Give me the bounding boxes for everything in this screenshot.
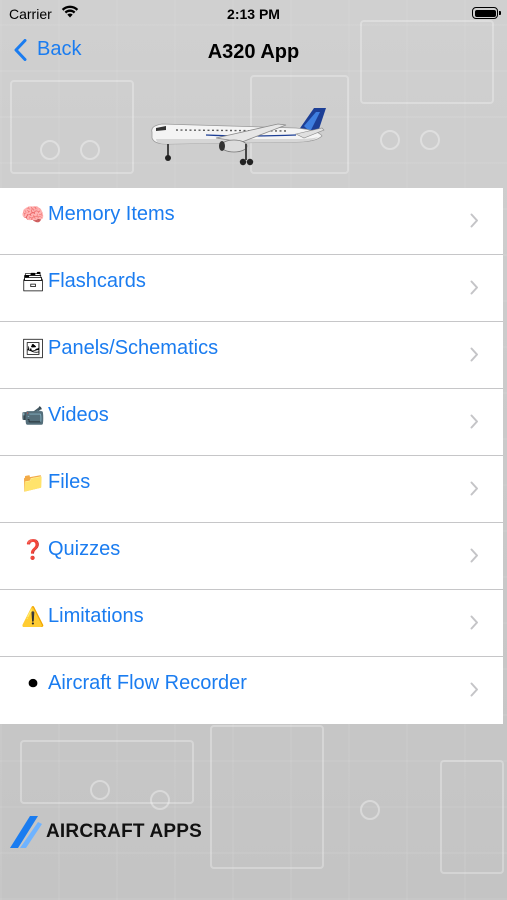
chevron-right-icon: [470, 414, 478, 429]
list-item[interactable]: ⏺ Aircraft Flow Recorder: [0, 657, 503, 724]
warning-icon: ⚠️: [21, 607, 45, 628]
list-item-label: Limitations: [48, 605, 144, 627]
menu-list: 🧠 Memory Items 🗃 Flashcards 🖼 Panels/Schemati…: [0, 188, 503, 724]
list-item-label: Videos: [48, 404, 109, 426]
video-camera-icon: 📹: [21, 406, 45, 427]
folder-icon: 📁: [21, 473, 45, 494]
list-item-label: Flashcards: [48, 270, 146, 292]
page-title: A320 App: [207, 41, 300, 63]
card-file-box-icon: 🗃: [20, 272, 46, 293]
list-item-label: Files: [48, 471, 91, 493]
chevron-right-icon: [470, 213, 478, 228]
list-item-label: Quizzes: [48, 538, 121, 560]
framed-picture-icon: 🖼: [20, 339, 46, 360]
chevron-right-icon: [470, 682, 478, 697]
chevron-right-icon: [470, 280, 478, 295]
chevron-right-icon: [470, 615, 478, 630]
brain-icon: 🧠: [21, 205, 45, 226]
status-bar: Carrier 2:13 PM: [0, 0, 507, 30]
question-mark-icon: ❓: [21, 540, 45, 561]
battery-icon: [472, 7, 501, 19]
list-item[interactable]: 📁 Files: [0, 456, 503, 523]
chevron-right-icon: [470, 481, 478, 496]
aircraft-apps-logo: AIRCRAFT APPS: [8, 812, 202, 852]
list-item[interactable]: 🖼 Panels/Schematics: [0, 322, 503, 389]
list-item-label: Memory Items: [48, 203, 175, 225]
list-item[interactable]: 🗃 Flashcards: [0, 255, 503, 322]
chevron-right-icon: [470, 347, 478, 362]
list-item-label: Aircraft Flow Recorder: [48, 672, 247, 694]
logo-mark-icon: [10, 816, 42, 848]
status-time: 2:13 PM: [227, 6, 280, 22]
record-button-icon: ⏺: [28, 673, 38, 694]
airplane-image: [151, 108, 326, 166]
list-item-label: Panels/Schematics: [48, 337, 219, 359]
list-item[interactable]: ⚠️ Limitations: [0, 590, 503, 657]
list-item[interactable]: 📹 Videos: [0, 389, 503, 456]
chevron-right-icon: [470, 548, 478, 563]
navigation-bar: Back A320 App: [0, 30, 507, 74]
list-item[interactable]: ❓ Quizzes: [0, 523, 503, 590]
logo-text: AIRCRAFT APPS: [46, 821, 203, 842]
list-item[interactable]: 🧠 Memory Items: [0, 188, 503, 255]
